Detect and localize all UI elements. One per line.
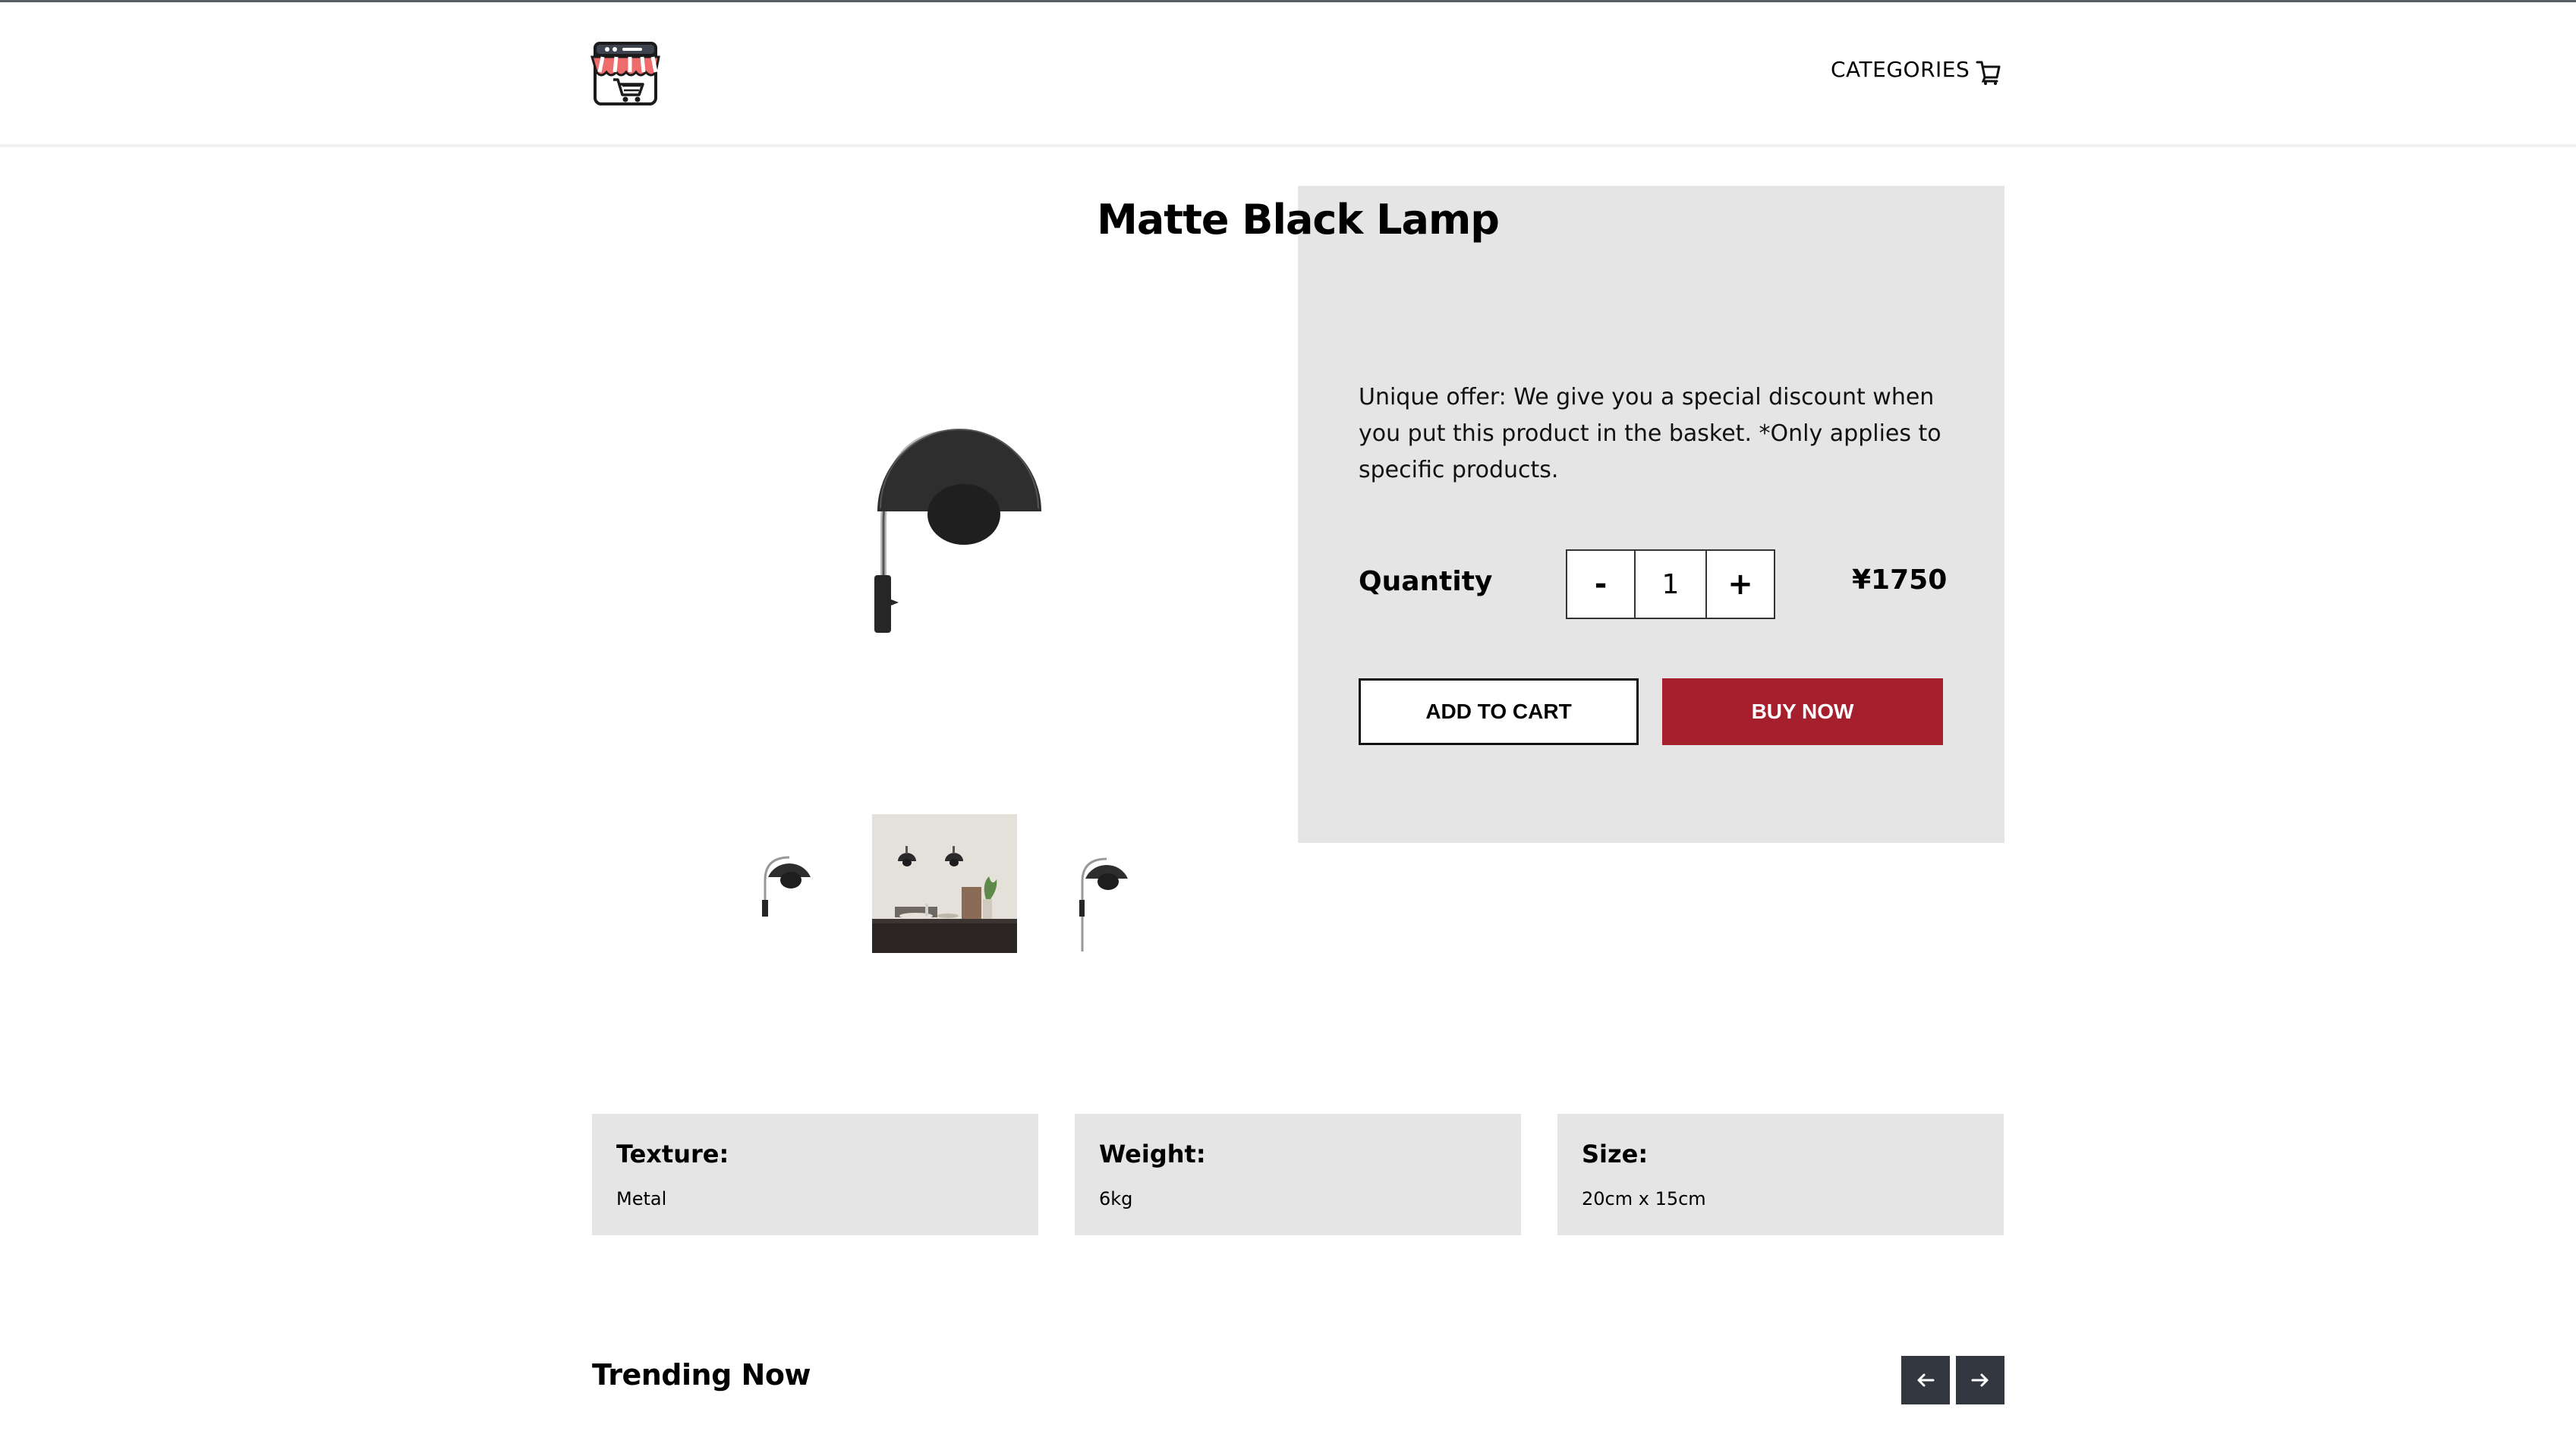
quantity-value[interactable]: 1 (1634, 551, 1707, 618)
arrow-right-icon (1971, 1373, 1989, 1387)
spec-value: Metal (616, 1188, 667, 1209)
product-main-image (858, 395, 1047, 637)
spec-card-weight: Weight: 6kg (1075, 1114, 1521, 1235)
spec-label: Size: (1582, 1140, 1649, 1168)
thumbnail-1[interactable] (759, 850, 814, 918)
trending-next-button[interactable] (1956, 1356, 2004, 1404)
nav-categories-link[interactable]: CATEGORIES (1831, 57, 1970, 82)
arrow-left-icon (1917, 1373, 1935, 1387)
add-to-cart-button[interactable]: ADD TO CART (1359, 678, 1639, 745)
buy-now-button[interactable]: BUY NOW (1662, 678, 1943, 745)
product-title: Matte Black Lamp (1097, 196, 1500, 244)
spec-label: Weight: (1099, 1140, 1206, 1168)
thumbnail-2-room[interactable] (872, 814, 1017, 953)
trending-prev-button[interactable] (1901, 1356, 1950, 1404)
thumbnail-3[interactable] (1076, 851, 1131, 953)
shop-cart-logo-icon[interactable] (590, 40, 660, 107)
spec-card-texture: Texture: Metal (592, 1114, 1038, 1235)
cart-icon[interactable] (1975, 58, 2002, 86)
spec-value: 20cm x 15cm (1582, 1188, 1706, 1209)
navbar: CATEGORIES (0, 2, 2576, 147)
product-page: CATEGORIES Matte Black Lamp Unique offer… (0, 0, 2576, 1431)
quantity-increase-button[interactable]: + (1707, 551, 1774, 618)
product-price: ¥1750 (1852, 565, 1948, 596)
quantity-stepper: - 1 + (1566, 549, 1775, 619)
quantity-label: Quantity (1359, 566, 1493, 597)
quantity-decrease-button[interactable]: - (1567, 551, 1634, 618)
trending-title: Trending Now (592, 1358, 811, 1392)
spec-card-size: Size: 20cm x 15cm (1557, 1114, 2004, 1235)
spec-label: Texture: (616, 1140, 729, 1168)
offer-text: Unique offer: We give you a special disc… (1359, 384, 1941, 483)
spec-value: 6kg (1099, 1188, 1133, 1209)
